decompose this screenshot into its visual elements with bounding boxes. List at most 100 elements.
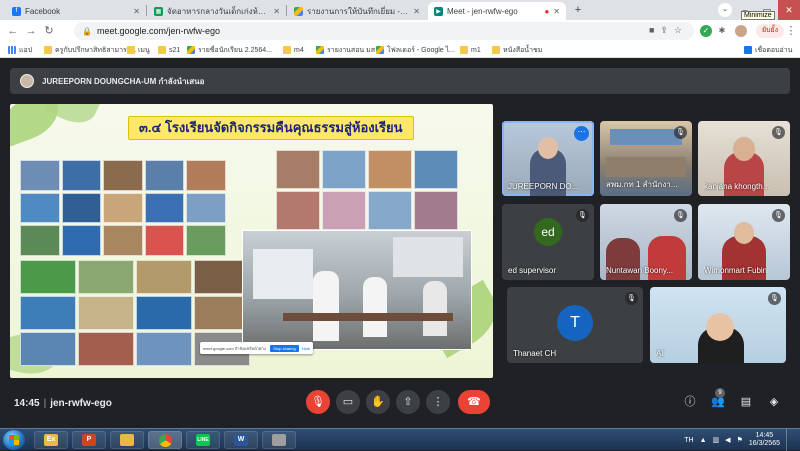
close-tab-icon[interactable]: ✕ [133, 7, 140, 16]
show-desktop-button[interactable] [786, 429, 794, 451]
taskbar-app[interactable] [262, 431, 296, 449]
mic-off-icon: 🎙 [674, 209, 687, 222]
bookmark-apps[interactable]: แอป [8, 44, 32, 56]
windows-taskbar: Ex P LINE W TH ▲ ▥ ◀ ⚑ 14:45 16/3/2565 [0, 428, 800, 451]
bookmark-label: รายงานสอน มส [327, 46, 376, 54]
tab-sheets[interactable]: ▦ จัดอาหารกลางวันเด็กเก่งห้องเรียน ม.ต้น… [148, 2, 286, 20]
student [363, 277, 387, 337]
participant-tile[interactable]: ⋯ JUREEPORN DO... [502, 121, 594, 196]
microphone-off-button[interactable]: 🎙 [306, 390, 330, 414]
camera-icon: ▭ [342, 396, 354, 408]
close-tab-icon[interactable]: ✕ [413, 7, 420, 16]
participant-tile[interactable]: 🎙 kanjana khongth... [698, 121, 790, 196]
tray-expand-icon[interactable]: ▲ [700, 437, 707, 444]
activity-photo [103, 225, 143, 256]
bookmark-label: ครูกับปรึกษาสิทธิสามารถ... [55, 46, 137, 54]
participant-tile[interactable]: 🎙 Ali [650, 287, 786, 363]
bookmark-item[interactable]: m1 [460, 44, 481, 56]
leave-call-button[interactable]: ☎ [458, 390, 490, 414]
profile-avatar[interactable] [735, 25, 747, 37]
tab-drive[interactable]: รายงานการให้บันทึกเยี่ยม - Google Drive … [288, 2, 426, 20]
sync-paused-button[interactable]: ยับยั้ง [756, 24, 785, 38]
flag-icon[interactable]: ⚑ [737, 436, 743, 444]
start-button[interactable] [3, 430, 25, 450]
presenter-avatar [20, 74, 34, 88]
new-tab-button[interactable]: + [571, 3, 585, 17]
camera-button[interactable]: ▭ [336, 390, 360, 414]
tab-meet[interactable]: ▶ Meet - jen-rwfw-ego ● ✕ [428, 2, 566, 20]
other-bookmarks[interactable]: เชื่อตอบอ่าน [744, 44, 792, 56]
more-options-icon[interactable]: ⋯ [574, 126, 589, 141]
close-tab-icon[interactable]: ✕ [273, 7, 280, 16]
meeting-details-button[interactable]: ⓘ [682, 394, 698, 410]
tab-search-icon[interactable]: ⌄ [718, 3, 732, 17]
url-text[interactable]: meet.google.com/jen-rwfw-ego [97, 26, 220, 36]
raise-hand-button[interactable]: ✋ [366, 390, 390, 414]
chat-button[interactable]: ▤ [738, 394, 754, 410]
activity-photo [136, 296, 192, 330]
close-tab-icon[interactable]: ✕ [553, 7, 560, 16]
tab-facebook[interactable]: f Facebook ✕ [6, 2, 146, 20]
tab-label: Facebook [25, 6, 61, 16]
participant-tile[interactable]: 🎙 Nuntawan Boony... [600, 204, 692, 280]
taskbar-app[interactable]: LINE [186, 431, 220, 449]
stop-sharing-button[interactable]: Stop sharing [270, 344, 299, 352]
participant-tile[interactable]: T 🎙 Thanaet CH [507, 287, 643, 363]
activity-photo [144, 192, 185, 224]
bookmark-item[interactable]: โฟลเดอร์ - Google ไ... [376, 44, 455, 56]
volume-icon[interactable]: ◀ [725, 436, 730, 444]
bookmark-item[interactable]: หนังสือน้ำชม [492, 44, 542, 56]
camera-icon[interactable]: ■ [649, 25, 660, 35]
bookmark-item[interactable]: รายงานสอน มส [316, 44, 375, 56]
activity-photo [276, 191, 320, 230]
bookmark-item[interactable]: เมนู [127, 44, 150, 56]
hang-up-icon: ☎ [467, 396, 481, 408]
activities-button[interactable]: ◈ [766, 394, 782, 410]
activity-photo [103, 192, 143, 224]
bookmark-item[interactable]: ครูกับปรึกษาสิทธิสามารถ... [44, 44, 137, 56]
bookmark-label: เชื่อตอบอ่าน [755, 46, 793, 54]
taskbar-app[interactable] [110, 431, 144, 449]
drive-icon [376, 46, 384, 54]
hide-banner-button[interactable]: Hide [302, 346, 310, 351]
more-options-button[interactable]: ⋮ [426, 390, 450, 414]
extensions-puzzle-icon[interactable]: ✱ [716, 25, 728, 37]
extension-icon[interactable]: ✓ [700, 25, 712, 37]
address-bar[interactable]: 🔒 meet.google.com/jen-rwfw-ego ■⇪☆ [74, 22, 694, 40]
back-arrow-icon[interactable]: ← [6, 24, 20, 38]
bookmark-item[interactable]: m4 [283, 44, 304, 56]
share-icon[interactable]: ⇪ [660, 25, 674, 35]
folder-icon [127, 46, 135, 54]
activity-photo [186, 225, 226, 256]
participant-initial-avatar: T [557, 305, 593, 341]
taskbar-app[interactable]: W [224, 431, 258, 449]
people-button[interactable]: 👥 9 [710, 388, 726, 410]
taskbar-app[interactable]: Ex [34, 431, 68, 449]
taskbar-app[interactable] [148, 431, 182, 449]
drive-icon [294, 6, 303, 16]
forward-arrow-icon[interactable]: → [24, 24, 38, 38]
activity-photo [136, 332, 192, 366]
activity-photo [20, 296, 76, 330]
bookmark-item[interactable]: รายชื่อนักเรียน 2.2564... [187, 44, 272, 56]
close-window-button[interactable]: ✕ [778, 0, 800, 20]
language-indicator[interactable]: TH [684, 437, 693, 444]
participant-tile[interactable]: 🎙 Wimonmart Fubin [698, 204, 790, 280]
bookmark-star-icon[interactable]: ☆ [674, 25, 688, 35]
taskbar-app[interactable]: P [72, 431, 106, 449]
activity-photo [61, 160, 102, 191]
activity-photo [186, 160, 226, 191]
mic-off-icon: 🎙 [768, 292, 781, 305]
participant-tile[interactable]: ed 🎙 ed supervisor [502, 204, 594, 280]
participant-tile[interactable]: 🎙 สพม.กท 1 สำนักงา... [600, 121, 692, 196]
browser-menu-icon[interactable]: ⋮ [784, 24, 798, 38]
address-bar-actions[interactable]: ■⇪☆ [649, 25, 688, 36]
bookmark-item[interactable]: s21 [158, 44, 180, 56]
present-button[interactable]: ⇧ [396, 390, 420, 414]
reload-icon[interactable]: ↻ [42, 24, 56, 38]
network-icon[interactable]: ▥ [713, 436, 720, 444]
activity-photo [78, 260, 134, 294]
drive-icon [316, 46, 324, 54]
system-clock[interactable]: 14:45 16/3/2565 [749, 432, 780, 448]
presenter-banner: JUREEPORN DOUNGCHA-UM กำลังนำเสนอ [10, 68, 790, 94]
